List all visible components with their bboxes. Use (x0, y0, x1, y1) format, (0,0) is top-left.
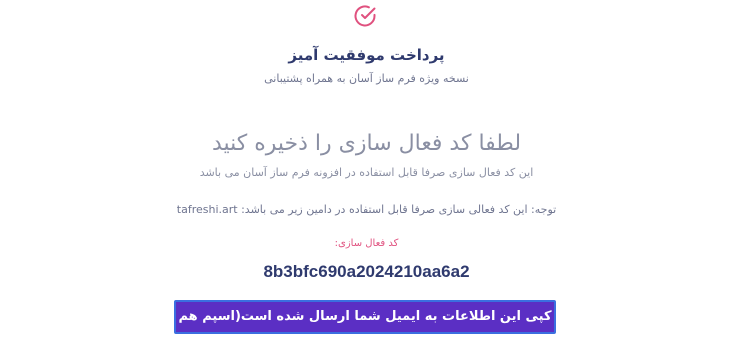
success-title: پرداخت موفقیت آمیز (288, 46, 445, 64)
success-subtitle: نسخه ویژه فرم ساز آسان به همراه پشتیبانی (264, 72, 469, 85)
payment-success-page: پرداخت موفقیت آمیز نسخه ویژه فرم ساز آسا… (0, 0, 733, 352)
check-circle-icon (354, 5, 376, 27)
activation-code-label: کد فعال سازی: (334, 238, 399, 249)
activation-heading: لطفا کد فعال سازی را ذخیره کنید (211, 131, 522, 156)
activation-description: این کد فعال سازی صرفا قابل استفاده در اف… (199, 166, 534, 179)
copy-info-button[interactable]: کپی این اطلاعات به ایمیل شما ارسال شده ا… (174, 300, 556, 352)
domain-note: توجه: این کد فعالی سازی صرفا قابل استفاد… (176, 203, 557, 216)
activation-code: 8b3bfc690a2024210aa6a2 (263, 262, 470, 281)
